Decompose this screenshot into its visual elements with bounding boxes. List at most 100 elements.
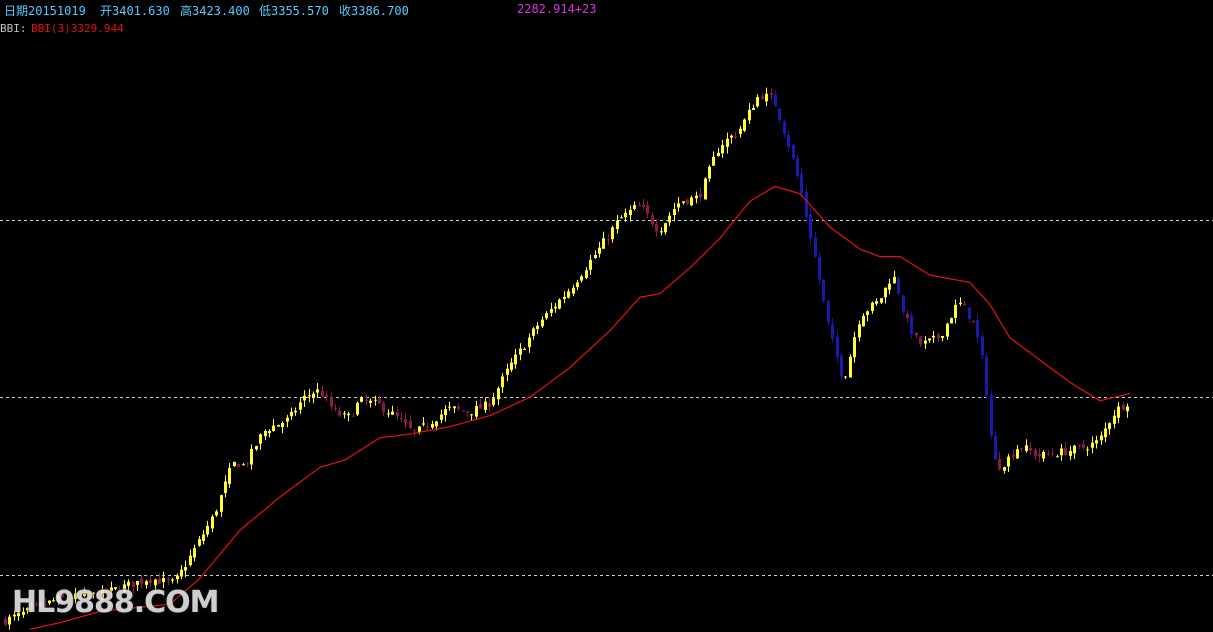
candle-body <box>849 356 852 378</box>
candle-body <box>919 336 922 345</box>
candle-body <box>765 93 768 102</box>
candle-body <box>563 296 566 299</box>
candle-body <box>932 335 935 338</box>
candle-body <box>479 403 482 409</box>
candle-body <box>589 259 592 270</box>
candle-body <box>378 398 381 404</box>
candle-body <box>321 390 324 397</box>
candle-body <box>189 555 192 566</box>
candle-body <box>233 461 236 467</box>
candle-body <box>1038 453 1041 457</box>
candle-body <box>783 121 786 134</box>
candle-body <box>1113 415 1116 424</box>
candle-body <box>184 567 187 571</box>
candle-body <box>242 464 245 466</box>
candle-body <box>638 204 641 206</box>
candle-body <box>1029 447 1032 451</box>
candle-body <box>853 337 856 358</box>
candle-body <box>902 295 905 312</box>
candle-body <box>369 400 372 403</box>
candle-body <box>576 282 579 288</box>
candle-body <box>580 276 583 281</box>
candle-body <box>501 376 504 388</box>
candle-body <box>462 410 465 412</box>
candle-body <box>884 287 887 298</box>
candle-body <box>391 411 394 415</box>
candle-body <box>140 578 143 584</box>
candle-body <box>202 534 205 541</box>
candle-body <box>413 429 416 431</box>
candle-body <box>743 119 746 131</box>
candle-body <box>668 215 671 223</box>
candle-body <box>633 205 636 209</box>
candle-body <box>448 406 451 408</box>
candle-body <box>712 156 715 166</box>
candle-body <box>404 419 407 423</box>
candle-body <box>1082 444 1085 448</box>
candle-body <box>880 298 883 303</box>
candle-body <box>629 209 632 216</box>
candle-body <box>299 402 302 410</box>
candle-body <box>294 410 297 413</box>
candle-body <box>215 511 218 516</box>
candle-body <box>519 348 522 355</box>
candle-body <box>686 199 689 204</box>
candle-body <box>906 313 909 318</box>
candle-body <box>699 194 702 198</box>
candle-body <box>457 406 460 409</box>
candle-body <box>277 424 280 427</box>
candle-body <box>660 231 663 233</box>
candle-body <box>541 319 544 327</box>
candle-body <box>796 158 799 176</box>
candle-body <box>272 425 275 432</box>
candle-body <box>180 569 183 577</box>
candle-body <box>827 300 830 323</box>
candle-body <box>981 336 984 356</box>
indicator-name: BBI: <box>0 22 27 35</box>
candle-body <box>510 362 513 370</box>
candle-body <box>778 108 781 121</box>
candle-body <box>360 397 363 402</box>
candle-body <box>950 318 953 324</box>
candle-body <box>171 579 174 581</box>
candle-body <box>1064 447 1067 456</box>
candle-body <box>998 458 1001 470</box>
watermark-logo: HL9888.COM <box>12 585 219 620</box>
candle-body <box>954 304 957 318</box>
candle-body <box>281 422 284 428</box>
candle-body <box>316 389 319 393</box>
candle-body <box>611 227 614 240</box>
candle-body <box>871 302 874 312</box>
candle-body <box>558 299 561 309</box>
candle-body <box>176 575 179 580</box>
candle-body <box>308 395 311 397</box>
candle-body <box>1117 406 1120 418</box>
candle-body <box>492 398 495 405</box>
low-label: 低3355.570 <box>259 4 329 18</box>
candle-body <box>567 291 570 298</box>
candle-body <box>1056 456 1059 458</box>
candle-body <box>352 415 355 417</box>
candle-body <box>312 393 315 398</box>
candle-body <box>387 413 390 415</box>
candle-body <box>910 315 913 335</box>
candle-body <box>748 109 751 121</box>
candle-body <box>475 406 478 417</box>
candle-body <box>972 320 975 323</box>
candle-body <box>488 403 491 407</box>
candle-body <box>550 309 553 313</box>
candle-body <box>356 402 359 415</box>
candle-body <box>607 239 610 241</box>
candles <box>4 87 1129 630</box>
candle-body <box>677 203 680 208</box>
candle-body <box>338 410 341 416</box>
candle-body <box>708 166 711 179</box>
candle-body <box>818 257 821 280</box>
candle-body <box>1069 450 1072 456</box>
candle-body <box>862 315 865 327</box>
high-label: 高3423.400 <box>180 4 250 18</box>
candle-body <box>844 376 847 378</box>
candle-body <box>616 220 619 230</box>
candle-body <box>484 401 487 411</box>
candle-body <box>1104 428 1107 438</box>
